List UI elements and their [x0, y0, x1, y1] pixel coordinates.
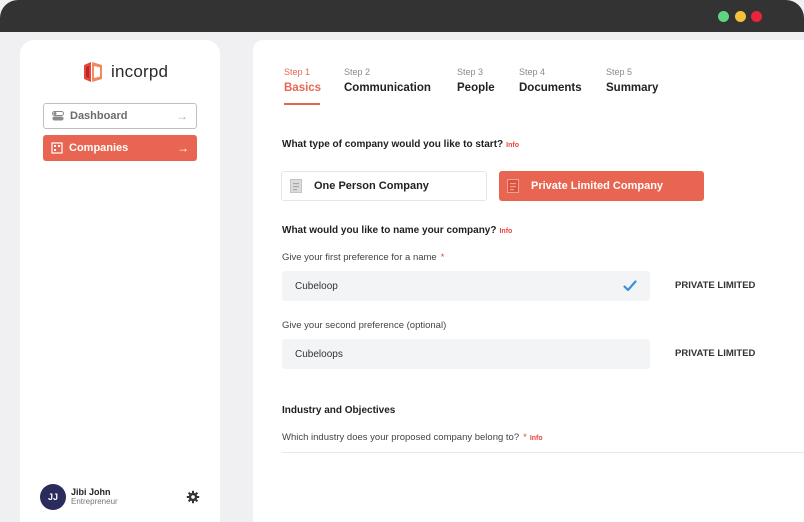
step-name: People: [457, 82, 495, 94]
tab-step-2[interactable]: Step 2 Communication: [344, 67, 431, 94]
tab-step-5[interactable]: Step 5 Summary: [606, 67, 658, 94]
first-preference-label: Give your first preference for a name *: [282, 252, 444, 263]
step-number: Step 4: [519, 67, 546, 77]
building-icon: [51, 142, 63, 154]
main-panel: Step 1 Basics Step 2 Communication Step …: [253, 40, 804, 522]
step-name: Summary: [606, 82, 659, 94]
sidebar-item-label: Dashboard: [70, 110, 128, 122]
tab-step-3[interactable]: Step 3 People: [457, 67, 495, 94]
window-maximize-button[interactable]: [718, 11, 729, 22]
app-logo[interactable]: incorpd: [81, 60, 168, 84]
user-name: Jibi John: [71, 487, 111, 497]
info-link[interactable]: Info: [530, 435, 543, 442]
input-value: Cubeloop: [295, 280, 338, 292]
second-name-suffix: PRIVATE LIMITED: [675, 348, 756, 359]
avatar: JJ: [40, 484, 66, 510]
second-preference-input[interactable]: Cubeloops: [282, 339, 650, 369]
step-number: Step 2: [344, 67, 371, 77]
step-number: Step 5: [606, 67, 633, 77]
option-label: Private Limited Company: [531, 180, 664, 192]
arrow-right-icon: →: [176, 109, 188, 123]
active-step-indicator: [284, 103, 320, 105]
document-icon: [290, 179, 302, 193]
field-label: Which industry does your proposed compan…: [282, 432, 520, 443]
tab-step-4[interactable]: Step 4 Documents: [519, 67, 582, 94]
step-number: Step 1: [284, 67, 311, 77]
sidebar-item-companies[interactable]: Companies →: [43, 135, 197, 161]
window-minimize-button[interactable]: [735, 11, 746, 22]
step-name: Communication: [344, 82, 431, 94]
first-preference-input[interactable]: Cubeloop: [282, 271, 650, 301]
step-name: Documents: [519, 82, 582, 94]
incorpd-logo-icon: [84, 62, 102, 82]
company-name-question: What would you like to name your company…: [282, 225, 512, 236]
user-profile[interactable]: JJ Jibi John Entrepreneur: [40, 484, 118, 510]
checkmark-icon: [623, 280, 637, 292]
option-one-person-company[interactable]: One Person Company: [281, 171, 487, 201]
arrow-right-icon: →: [177, 141, 189, 155]
logo-text: incorpd: [111, 62, 169, 81]
option-private-limited-company[interactable]: Private Limited Company: [499, 171, 704, 201]
field-label: Give your first preference for a name: [282, 252, 437, 263]
gear-icon[interactable]: [186, 490, 200, 504]
tab-step-1[interactable]: Step 1 Basics: [284, 67, 322, 105]
industry-question: Which industry does your proposed compan…: [282, 432, 543, 443]
required-marker: *: [440, 252, 445, 263]
toggle-icon: [52, 111, 64, 121]
step-name: Basics: [284, 82, 322, 94]
divider: [282, 452, 804, 453]
document-icon: [507, 179, 519, 193]
company-type-question: What type of company would you like to s…: [282, 139, 519, 150]
question-text: What type of company would you like to s…: [282, 139, 504, 150]
info-link[interactable]: Info: [506, 142, 519, 149]
required-marker: *: [523, 432, 527, 443]
user-role: Entrepreneur: [71, 497, 118, 506]
info-link[interactable]: Info: [499, 228, 512, 235]
sidebar: incorpd Dashboard → Companies → JJ Jibi …: [20, 40, 220, 522]
option-label: One Person Company: [314, 180, 429, 192]
industry-heading: Industry and Objectives: [282, 405, 396, 416]
sidebar-item-dashboard[interactable]: Dashboard →: [43, 103, 197, 129]
step-number: Step 3: [457, 67, 484, 77]
input-value: Cubeloops: [295, 348, 343, 360]
question-text: What would you like to name your company…: [282, 225, 497, 236]
sidebar-item-label: Companies: [69, 142, 129, 154]
window-close-button[interactable]: [751, 11, 762, 22]
window-titlebar: [0, 0, 804, 32]
second-preference-label: Give your second preference (optional): [282, 320, 447, 331]
first-name-suffix: PRIVATE LIMITED: [675, 280, 756, 291]
